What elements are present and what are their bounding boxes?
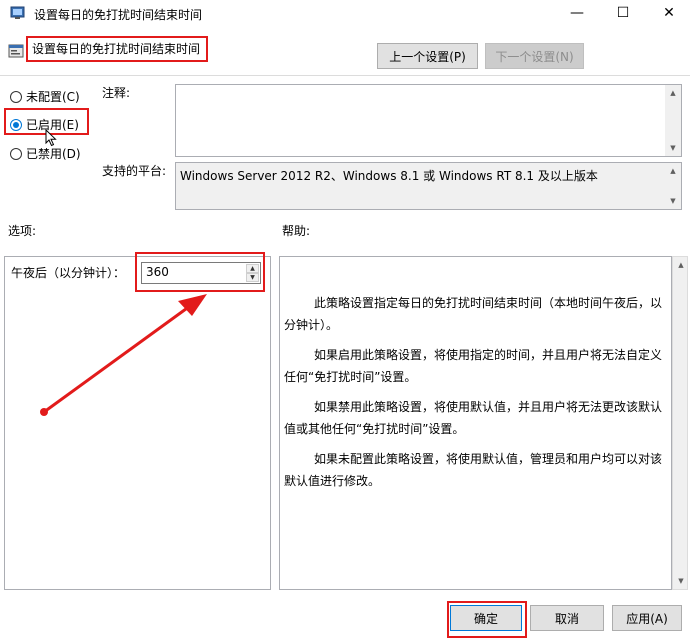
maximize-icon: ☐ [616,5,630,21]
scroll-up-icon[interactable]: ▲ [673,257,689,273]
options-panel [4,256,271,590]
scroll-down-icon[interactable]: ▼ [673,573,689,589]
mouse-cursor-icon [45,129,57,147]
radio-disabled[interactable]: 已禁用(D) [10,145,81,162]
group-policy-app-icon [10,6,25,19]
help-paragraph: 如果禁用此策略设置，将使用默认值，并且用户将无法更改该默认值或其他任何“免打扰时… [284,400,663,436]
window-title: 设置每日的免打扰时间结束时间 [34,8,203,22]
comment-scrollbar[interactable]: ▲ ▼ [665,85,681,156]
previous-setting-button[interactable]: 上一个设置(P) [377,43,478,69]
annotation-box-ok [447,601,527,638]
help-scrollbar[interactable]: ▲ ▼ [672,256,688,590]
options-section-label: 选项: [8,224,37,238]
scroll-up-icon[interactable]: ▲ [665,85,681,101]
scroll-down-icon[interactable]: ▼ [665,140,681,156]
help-section-label: 帮助: [282,224,311,238]
radio-circle [10,90,22,103]
minutes-after-midnight-label: 午夜后（以分钟计）： [11,266,126,280]
radio-label: 已禁用(D) [26,147,81,161]
comment-label: 注释: [102,86,131,100]
next-setting-button[interactable]: 下一个设置(N) [485,43,584,69]
radio-circle [10,147,22,160]
maximize-button[interactable]: ☐ [600,0,646,26]
close-icon: ✕ [663,5,675,21]
cancel-button[interactable]: 取消 [530,605,604,631]
apply-button[interactable]: 应用(A) [612,605,682,631]
minimize-button[interactable]: — [554,0,600,26]
scroll-down-icon[interactable]: ▼ [665,193,681,209]
annotation-box-minutes [135,252,265,292]
header-divider [0,75,690,76]
close-button[interactable]: ✕ [646,0,692,26]
comment-textarea[interactable] [175,84,682,157]
policy-setting-icon [8,44,24,58]
minimize-icon: — [570,5,584,21]
help-paragraph: 如果启用此策略设置，将使用指定的时间，并且用户将无法自定义任何“免打扰时间”设置… [284,348,663,384]
radio-not-configured[interactable]: 未配置(C) [10,88,80,105]
scroll-up-icon[interactable]: ▲ [665,163,681,179]
supported-platform-label: 支持的平台: [102,164,167,178]
help-paragraph: 此策略设置指定每日的免打扰时间结束时间（本地时间午夜后，以分钟计）。 [284,296,663,332]
supported-platform-text: Windows Server 2012 R2、Windows 8.1 或 Win… [180,169,598,183]
annotation-box-title [26,36,208,62]
radio-label: 未配置(C) [26,90,80,104]
help-paragraph: 如果未配置此策略设置，将使用默认值，管理员和用户均可以对该默认值进行修改。 [284,452,663,488]
platform-scrollbar[interactable]: ▲ ▼ [665,163,681,209]
